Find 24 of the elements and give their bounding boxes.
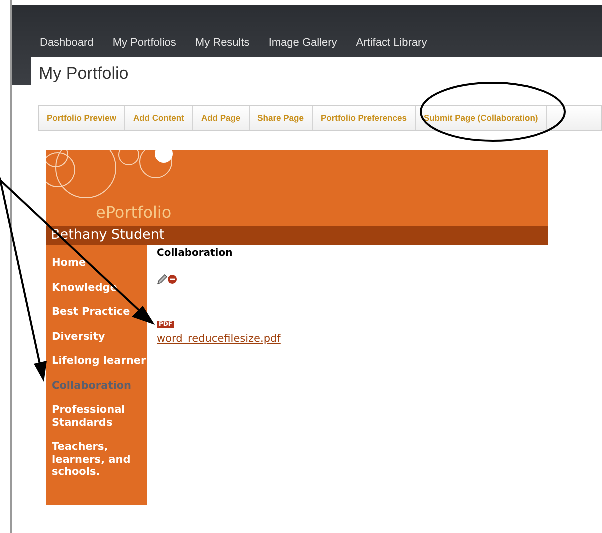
page-title: My Portfolio xyxy=(38,63,130,85)
tab[interactable]: Portfolio Preferences xyxy=(312,106,416,130)
sidebar-link[interactable]: Lifelong learner xyxy=(52,355,146,368)
nav-link[interactable]: Dashboard xyxy=(40,36,94,50)
tab[interactable]: Submit Page (Collaboration) xyxy=(416,106,548,130)
banner-title: ePortfolio xyxy=(96,203,172,223)
file-link[interactable]: word_reducefilesize.pdf xyxy=(157,333,281,346)
content-heading: Collaboration xyxy=(157,247,234,261)
tab[interactable]: Portfolio Preview xyxy=(39,106,126,130)
sidebar-link[interactable]: Diversity xyxy=(52,330,106,343)
nav-link[interactable]: My Portfolios xyxy=(112,36,176,50)
sidebar-link[interactable]: Teachers, learners, and schools. xyxy=(52,441,147,478)
tab[interactable]: Add Page xyxy=(193,106,250,130)
sidebar-link[interactable]: Professional Standards xyxy=(52,404,147,429)
remove-icon[interactable] xyxy=(168,275,177,284)
sidebar-link[interactable]: Best Practice xyxy=(52,306,130,318)
nav-link[interactable]: Artifact Library xyxy=(356,36,428,50)
pencil-icon[interactable] xyxy=(157,274,168,285)
nav-link[interactable]: Image Gallery xyxy=(268,36,338,50)
nav-link[interactable]: My Results xyxy=(195,36,250,50)
sidebar-link[interactable]: Collaboration xyxy=(52,380,132,392)
tab[interactable]: Share Page xyxy=(250,106,313,130)
sidebar-link[interactable]: Home xyxy=(52,257,86,270)
tab[interactable]: Add Content xyxy=(125,106,194,130)
